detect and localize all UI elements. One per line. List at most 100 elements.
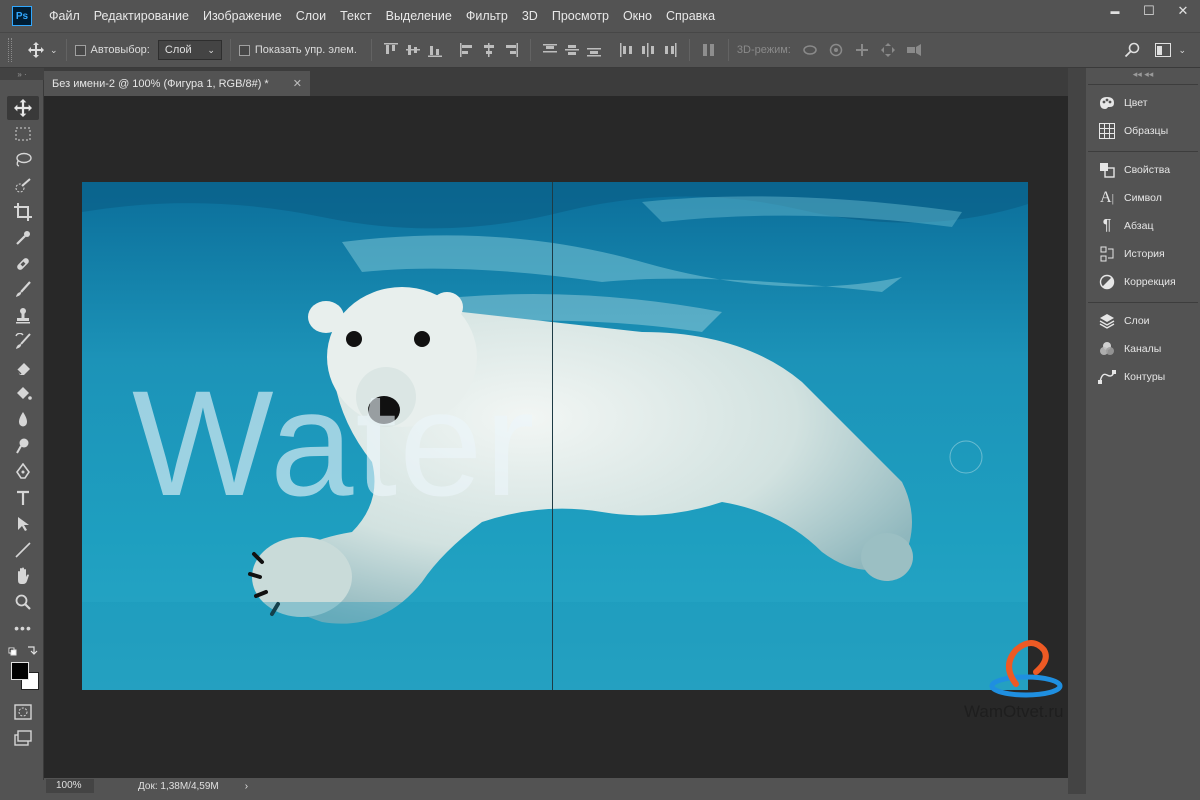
close-tab-icon[interactable]: ✕ — [293, 77, 302, 90]
align-vcenter-icon[interactable] — [402, 39, 424, 61]
foreground-color-swatch[interactable] — [11, 662, 29, 680]
quick-selection-tool[interactable] — [7, 174, 39, 198]
panel-layers[interactable]: Слои — [1088, 307, 1198, 335]
chevron-down-icon[interactable]: ⌄ — [1178, 45, 1186, 56]
move-icon — [14, 99, 32, 117]
align-right-icon[interactable] — [500, 39, 522, 61]
water-text-layer[interactable]: Water — [132, 368, 552, 518]
3d-pan-icon[interactable] — [851, 39, 873, 61]
zoom-level-field[interactable]: 100% — [46, 779, 94, 793]
zoom-icon — [15, 594, 31, 610]
dodge-tool[interactable] — [7, 434, 39, 458]
status-menu-arrow-icon[interactable]: › — [245, 781, 248, 792]
quick-mask-icon — [14, 704, 32, 720]
menu-select[interactable]: Выделение — [379, 0, 459, 32]
toolbar-collapse-handle[interactable]: » · — [0, 68, 44, 80]
gradient-tool[interactable] — [7, 382, 39, 406]
panel-swatches[interactable]: Образцы — [1088, 117, 1198, 145]
chevron-down-icon[interactable]: ⌄ — [50, 45, 58, 56]
move-tool[interactable] — [7, 96, 39, 120]
distribute-left-icon[interactable] — [615, 39, 637, 61]
vertical-guide[interactable] — [552, 182, 553, 690]
screen-mode-tool[interactable] — [7, 726, 39, 750]
watermark-text: WamOtvet.ru — [964, 702, 1064, 721]
lasso-icon — [16, 152, 32, 167]
quick-mask-tool[interactable] — [7, 700, 39, 724]
menu-view[interactable]: Просмотр — [545, 0, 616, 32]
menu-3d[interactable]: 3D — [515, 0, 545, 32]
eraser-tool[interactable] — [7, 356, 39, 380]
3d-roll-icon[interactable] — [825, 39, 847, 61]
history-brush-tool[interactable] — [7, 330, 39, 354]
autoselect-dropdown[interactable]: Слой ⌄ — [157, 40, 222, 60]
blur-tool[interactable] — [7, 408, 39, 432]
path-selection-tool[interactable] — [7, 512, 39, 536]
color-swatches[interactable] — [7, 660, 39, 694]
eyedropper-tool[interactable] — [7, 226, 39, 250]
3d-slide-icon[interactable] — [877, 39, 899, 61]
panels-collapse-handle[interactable]: ◂◂ ◂◂ — [1086, 68, 1200, 84]
menu-edit[interactable]: Редактирование — [87, 0, 196, 32]
hand-tool[interactable] — [7, 564, 39, 588]
align-hcenter-icon[interactable] — [478, 39, 500, 61]
panel-channels[interactable]: Каналы — [1088, 335, 1198, 363]
3d-orbit-icon[interactable] — [799, 39, 821, 61]
distribute-top-icon[interactable] — [539, 39, 561, 61]
panel-character[interactable]: A | Символ — [1088, 184, 1198, 212]
chevron-down-icon: ⌄ — [207, 44, 215, 55]
minimize-button[interactable]: ▬ — [1098, 0, 1132, 22]
more-tools[interactable]: ••• — [7, 616, 39, 640]
swap-colors[interactable] — [7, 644, 39, 658]
type-tool[interactable] — [7, 486, 39, 510]
panel-paths[interactable]: Контуры — [1088, 363, 1198, 391]
show-transform-label: Показать упр. элем. — [254, 44, 357, 56]
panel-color[interactable]: Цвет — [1088, 89, 1198, 117]
panel-adjustments[interactable]: Коррекция — [1088, 268, 1198, 296]
photoshop-logo[interactable]: Ps — [12, 6, 32, 26]
crop-tool[interactable] — [7, 200, 39, 224]
distribute-hcenter-icon[interactable] — [637, 39, 659, 61]
marquee-tool[interactable] — [7, 122, 39, 146]
distribute-bottom-icon[interactable] — [583, 39, 605, 61]
panel-properties-label: Свойства — [1124, 164, 1171, 176]
menu-file[interactable]: Файл — [42, 0, 87, 32]
menu-filter[interactable]: Фильтр — [459, 0, 515, 32]
search-icon[interactable] — [1118, 39, 1146, 61]
panel-channels-label: Каналы — [1124, 343, 1162, 355]
distribute-vcenter-icon[interactable] — [561, 39, 583, 61]
clone-stamp-tool[interactable] — [7, 304, 39, 328]
move-tool-preset-icon[interactable] — [26, 42, 46, 58]
palette-icon — [1098, 94, 1116, 112]
menu-layers[interactable]: Слои — [289, 0, 333, 32]
document-size-info[interactable]: Док: 1,38M/4,59M — [138, 781, 219, 792]
maximize-button[interactable]: ☐ — [1132, 0, 1166, 22]
panel-properties[interactable]: Свойства — [1088, 156, 1198, 184]
show-transform-checkbox[interactable] — [238, 44, 250, 56]
options-grip[interactable] — [8, 38, 12, 62]
crop-icon — [14, 203, 32, 221]
menu-help[interactable]: Справка — [659, 0, 722, 32]
line-tool[interactable] — [7, 538, 39, 562]
distribute-right-icon[interactable] — [659, 39, 681, 61]
zoom-tool[interactable] — [7, 590, 39, 614]
workspace-icon[interactable] — [1152, 39, 1174, 61]
healing-brush-tool[interactable] — [7, 252, 39, 276]
document-tab[interactable]: Без имени-2 @ 100% (Фигура 1, RGB/8#) * … — [44, 71, 310, 96]
autoselect-checkbox[interactable] — [74, 44, 86, 56]
align-top-icon[interactable] — [380, 39, 402, 61]
align-bottom-icon[interactable] — [424, 39, 446, 61]
menu-image[interactable]: Изображение — [196, 0, 289, 32]
menu-window[interactable]: Окно — [616, 0, 659, 32]
menu-type[interactable]: Текст — [333, 0, 378, 32]
lasso-tool[interactable] — [7, 148, 39, 172]
separator — [529, 39, 531, 61]
canvas[interactable]: Water — [82, 182, 1028, 690]
auto-align-layers-icon[interactable] — [698, 39, 720, 61]
close-button[interactable]: ✕ — [1166, 0, 1200, 22]
3d-scale-icon[interactable] — [903, 39, 925, 61]
align-left-icon[interactable] — [456, 39, 478, 61]
pen-tool[interactable] — [7, 460, 39, 484]
panel-paragraph[interactable]: ¶ Абзац — [1088, 212, 1198, 240]
panel-history[interactable]: История — [1088, 240, 1198, 268]
brush-tool[interactable] — [7, 278, 39, 302]
